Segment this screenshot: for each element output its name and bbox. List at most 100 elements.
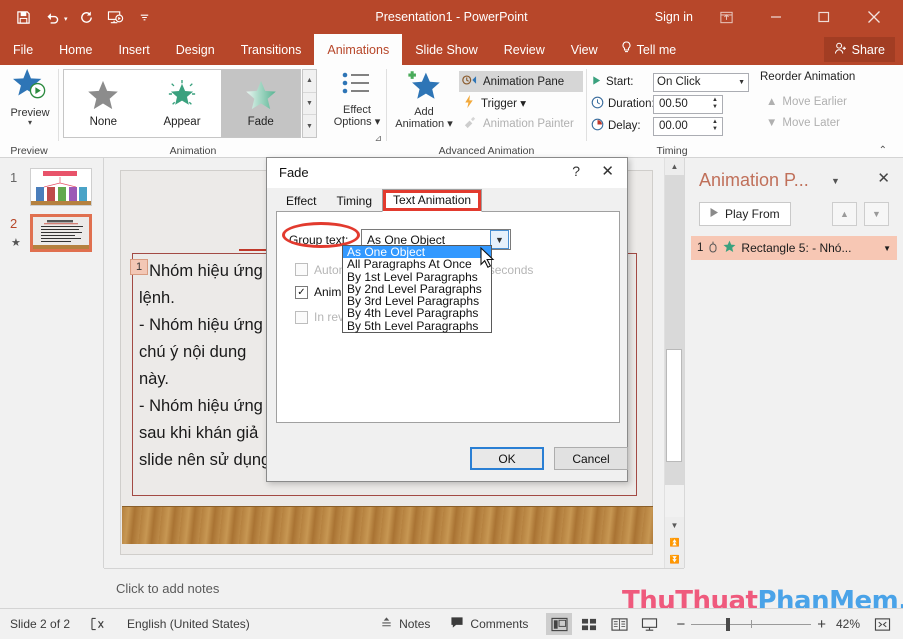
customize-quick-access-toolbar-icon[interactable] — [132, 4, 158, 30]
zoom-in-button[interactable]: + — [811, 609, 832, 639]
ribbon-group-preview: Preview ▾ Preview — [0, 65, 58, 158]
animation-move-up-icon[interactable]: ▲ — [832, 202, 857, 226]
move-earlier-up-icon: ▲ — [766, 96, 777, 108]
tab-insert[interactable]: Insert — [106, 34, 163, 65]
dialog-tab-text-animation[interactable]: Text Animation — [382, 189, 482, 212]
dialog-ok-button[interactable]: OK — [470, 447, 544, 470]
notes-button[interactable]: Notes — [370, 609, 440, 639]
undo-icon[interactable] — [39, 4, 65, 30]
tab-file[interactable]: File — [0, 34, 46, 65]
dialog-cancel-button[interactable]: Cancel — [554, 447, 628, 470]
spell-check-icon[interactable] — [80, 609, 117, 639]
scrollbar-track[interactable] — [665, 175, 684, 485]
duration-spinner[interactable]: 00.50 ▲▼ — [653, 95, 723, 114]
animation-pane-close-icon[interactable]: ✕ — [877, 169, 890, 187]
dialog-close-icon[interactable]: ✕ — [601, 162, 614, 180]
zoom-out-button[interactable]: − — [670, 609, 691, 639]
start-chevron-down-icon[interactable]: ▼ — [738, 79, 745, 86]
animation-dialog-launcher-icon[interactable]: ⊿ — [374, 133, 382, 144]
fit-slide-to-window-icon[interactable] — [864, 609, 903, 639]
canvas-vertical-scrollbar[interactable]: ▲ ▼ ⏫ ⏬ — [664, 158, 683, 568]
slide-thumbnail-pane[interactable]: 1 2 ★ — [0, 158, 104, 568]
animate-attached-shape-checkbox[interactable]: ✓ — [295, 286, 308, 299]
animation-move-down-icon[interactable]: ▼ — [864, 202, 889, 226]
duration-stepper-icon[interactable]: ▲▼ — [708, 97, 722, 111]
dialog-tabs: Effect Timing Text Animation — [276, 190, 482, 212]
dropdown-option[interactable]: By 4th Level Paragraphs — [343, 307, 491, 319]
lightbulb-icon — [621, 41, 632, 58]
tab-review[interactable]: Review — [491, 34, 558, 65]
tab-slide-show[interactable]: Slide Show — [402, 34, 491, 65]
scrollbar-thumb[interactable] — [666, 349, 682, 462]
dialog-tab-timing[interactable]: Timing — [326, 191, 382, 212]
tell-me-box[interactable]: Tell me — [611, 34, 687, 65]
tab-transitions[interactable]: Transitions — [228, 34, 315, 65]
dropdown-option[interactable]: All Paragraphs At Once — [343, 258, 491, 270]
maximize-button[interactable] — [801, 0, 847, 34]
redo-icon[interactable] — [74, 4, 100, 30]
gallery-scroll-up-icon[interactable]: ▲ — [303, 70, 316, 93]
group-text-dropdown-list[interactable]: As One Object All Paragraphs At Once By … — [342, 245, 492, 333]
next-slide-icon[interactable]: ⏬ — [665, 551, 684, 568]
animation-order-tag[interactable]: 1 — [130, 259, 148, 275]
delay-stepper-icon[interactable]: ▲▼ — [708, 119, 722, 133]
ribbon-display-options-icon[interactable] — [709, 5, 743, 29]
preview-dropdown-icon[interactable]: ▾ — [6, 119, 54, 127]
effect-options-line1: Effect — [332, 104, 382, 116]
sign-in-button[interactable]: Sign in — [655, 0, 693, 34]
dropdown-option[interactable]: By 5th Level Paragraphs — [343, 320, 491, 332]
scroll-down-icon[interactable]: ▼ — [665, 517, 684, 534]
zoom-level[interactable]: 42% — [832, 609, 864, 639]
share-button[interactable]: Share — [824, 37, 895, 62]
scroll-up-icon[interactable]: ▲ — [665, 158, 684, 175]
slide-floor-image — [122, 506, 653, 544]
gallery-scroll-down-icon[interactable]: ▼ — [303, 93, 316, 116]
gallery-more-icon[interactable]: ▼ — [303, 115, 316, 137]
slide-sorter-view-button[interactable] — [576, 613, 602, 635]
dialog-help-icon[interactable]: ? — [572, 163, 580, 179]
notes-pane[interactable]: Click to add notes — [104, 568, 684, 608]
dialog-tab-effect[interactable]: Effect — [276, 191, 326, 212]
effect-options-button[interactable]: Effect Options ▾ — [332, 69, 382, 128]
slide-number: 2 — [10, 216, 17, 231]
close-button[interactable] — [851, 0, 897, 34]
animation-pane-button[interactable]: Animation Pane — [459, 71, 583, 92]
trigger-button[interactable]: Trigger ▾ — [459, 92, 583, 113]
tab-animations[interactable]: Animations — [314, 34, 402, 65]
comments-button[interactable]: Comments — [440, 609, 538, 639]
play-from-label: Play From — [725, 207, 780, 221]
minimize-button[interactable] — [753, 0, 799, 34]
collapse-ribbon-icon[interactable]: ⌃ — [879, 145, 887, 156]
animation-appear[interactable]: Appear — [143, 70, 222, 137]
play-from-button[interactable]: Play From — [699, 202, 791, 226]
add-animation-button[interactable]: Add Animation ▾ — [393, 69, 455, 130]
zoom-slider-handle[interactable] — [726, 618, 730, 631]
slide-show-view-button[interactable] — [636, 613, 662, 635]
preview-button[interactable]: Preview ▾ — [6, 67, 54, 127]
animation-gallery-scroll[interactable]: ▲ ▼ ▼ — [302, 69, 317, 138]
language-indicator[interactable]: English (United States) — [117, 609, 260, 639]
ribbon-tabs: File Home Insert Design Transitions Anim… — [0, 34, 903, 65]
undo-dropdown-icon[interactable]: ▾ — [64, 4, 71, 30]
animation-pane-menu-icon[interactable]: ▼ — [831, 176, 840, 186]
slide-counter[interactable]: Slide 2 of 2 — [0, 609, 80, 639]
save-icon[interactable] — [10, 4, 36, 30]
animation-pane-item[interactable]: 1 Rectangle 5: - Nhó... ▼ — [691, 236, 897, 260]
animation-item-index: 1 — [697, 242, 703, 254]
ribbon: Preview ▾ Preview None Appear — [0, 65, 903, 158]
animation-fade[interactable]: Fade — [221, 70, 300, 137]
zoom-slider[interactable] — [691, 617, 811, 631]
previous-slide-icon[interactable]: ⏫ — [665, 534, 684, 551]
tab-view[interactable]: View — [558, 34, 611, 65]
tab-home[interactable]: Home — [46, 34, 105, 65]
appear-star-icon — [166, 79, 198, 114]
animation-none[interactable]: None — [64, 70, 143, 137]
reading-view-button[interactable] — [606, 613, 632, 635]
start-combobox[interactable]: On Click ▼ — [653, 73, 749, 92]
tab-design[interactable]: Design — [163, 34, 228, 65]
normal-view-button[interactable] — [546, 613, 572, 635]
delay-spinner[interactable]: 00.00 ▲▼ — [653, 117, 723, 136]
start-from-beginning-icon[interactable] — [103, 4, 129, 30]
effect-options-line2: Options ▾ — [332, 116, 382, 128]
animation-item-menu-icon[interactable]: ▼ — [883, 244, 891, 253]
